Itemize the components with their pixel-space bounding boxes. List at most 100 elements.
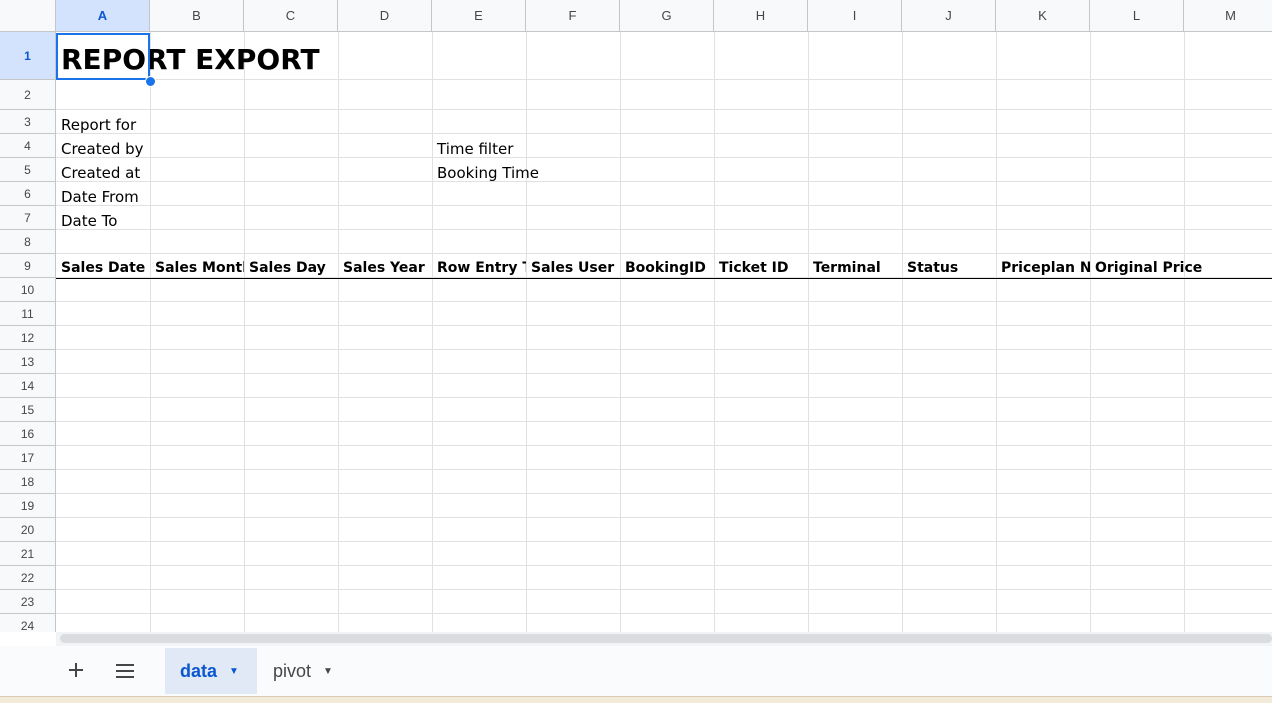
row-header-23[interactable]: 23 <box>0 590 56 614</box>
gridline-horizontal <box>56 205 1272 206</box>
gridline-vertical <box>526 32 527 632</box>
row-header-8[interactable]: 8 <box>0 230 56 254</box>
header-row-border <box>56 278 1272 279</box>
cell-a7[interactable]: Date To <box>56 209 150 233</box>
column-header-i[interactable]: I <box>808 0 902 32</box>
gridline-horizontal <box>56 565 1272 566</box>
gridline-horizontal <box>56 109 1272 110</box>
gridline-horizontal <box>56 229 1272 230</box>
row-header-3[interactable]: 3 <box>0 110 56 134</box>
column-header-m[interactable]: M <box>1184 0 1272 32</box>
menu-lines-icon <box>116 658 134 684</box>
gridline-vertical <box>808 32 809 632</box>
column-header-b[interactable]: B <box>150 0 244 32</box>
row-header-21[interactable]: 21 <box>0 542 56 566</box>
tab-data-label: data <box>180 660 218 681</box>
column-header-l[interactable]: L <box>1090 0 1184 32</box>
table-header-cell[interactable]: Sales Year <box>338 256 432 280</box>
row-header-1[interactable]: 1 <box>0 32 56 80</box>
row-header-10[interactable]: 10 <box>0 278 56 302</box>
gridline-horizontal <box>56 469 1272 470</box>
column-header-c[interactable]: C <box>244 0 338 32</box>
gridline-horizontal <box>56 349 1272 350</box>
active-cell-outline <box>56 33 150 80</box>
table-header-cell[interactable]: Sales Date <box>56 256 150 280</box>
gridline-horizontal <box>56 373 1272 374</box>
chevron-down-icon[interactable]: ▼ <box>229 666 239 677</box>
row-header-6[interactable]: 6 <box>0 182 56 206</box>
row-header-16[interactable]: 16 <box>0 422 56 446</box>
column-header-d[interactable]: D <box>338 0 432 32</box>
table-header-cell[interactable]: Ticket ID <box>714 256 808 280</box>
table-header-cell[interactable]: Status <box>902 256 996 280</box>
cell-a3[interactable]: Report for <box>56 113 150 137</box>
table-header-cell[interactable]: Sales Day <box>244 256 338 280</box>
gridline-vertical <box>714 32 715 632</box>
tab-pivot[interactable]: pivot ▼ <box>258 648 358 694</box>
cell-e4[interactable]: Time filter <box>432 137 620 161</box>
cell-a4[interactable]: Created by <box>56 137 150 161</box>
row-header-11[interactable]: 11 <box>0 302 56 326</box>
row-header-14[interactable]: 14 <box>0 374 56 398</box>
add-sheet-button[interactable] <box>58 652 94 690</box>
cell-a5[interactable]: Created at <box>56 161 150 185</box>
gridline-horizontal <box>56 397 1272 398</box>
row-header-20[interactable]: 20 <box>0 518 56 542</box>
column-header-g[interactable]: G <box>620 0 714 32</box>
gridline-horizontal <box>56 541 1272 542</box>
tab-pivot-label: pivot <box>273 660 312 681</box>
cell-e5[interactable]: Booking Time <box>432 161 620 185</box>
gridline-vertical <box>620 32 621 632</box>
table-header-cell[interactable]: Sales Month <box>150 256 244 280</box>
window-bottom-edge <box>0 696 1272 703</box>
column-header-k[interactable]: K <box>996 0 1090 32</box>
column-header-j[interactable]: J <box>902 0 996 32</box>
select-all-corner[interactable] <box>0 0 56 32</box>
row-header-18[interactable]: 18 <box>0 470 56 494</box>
table-header-cell[interactable]: Sales User <box>526 256 620 280</box>
gridline-horizontal <box>56 493 1272 494</box>
column-header-a[interactable]: A <box>56 0 150 32</box>
table-header-cell[interactable]: Priceplan Name <box>996 256 1090 280</box>
table-header-cell[interactable]: Original Price <box>1090 256 1272 280</box>
gridline-horizontal <box>56 301 1272 302</box>
gridline-vertical <box>432 32 433 632</box>
row-header-5[interactable]: 5 <box>0 158 56 182</box>
row-header-17[interactable]: 17 <box>0 446 56 470</box>
column-header-e[interactable]: E <box>432 0 526 32</box>
horizontal-scrollbar-thumb[interactable] <box>60 634 1272 643</box>
row-header-4[interactable]: 4 <box>0 134 56 158</box>
table-header-cell[interactable]: Row Entry Time <box>432 256 526 280</box>
cell-a6[interactable]: Date From <box>56 185 150 209</box>
row-header-2[interactable]: 2 <box>0 80 56 110</box>
gridline-horizontal <box>56 181 1272 182</box>
column-header-h[interactable]: H <box>714 0 808 32</box>
gridline-horizontal <box>56 325 1272 326</box>
gridline-vertical <box>244 32 245 632</box>
fill-handle[interactable] <box>145 76 156 87</box>
column-header-f[interactable]: F <box>526 0 620 32</box>
row-header-7[interactable]: 7 <box>0 206 56 230</box>
row-header-22[interactable]: 22 <box>0 566 56 590</box>
row-header-12[interactable]: 12 <box>0 326 56 350</box>
row-header-13[interactable]: 13 <box>0 350 56 374</box>
row-header-19[interactable]: 19 <box>0 494 56 518</box>
table-header-cell[interactable]: Terminal <box>808 256 902 280</box>
row-header-15[interactable]: 15 <box>0 398 56 422</box>
gridline-vertical <box>1184 32 1185 632</box>
all-sheets-button[interactable] <box>107 652 143 690</box>
spreadsheet-grid[interactable]: ABCDEFGHIJKLM 1 2 3 4 5 6 7 8 9 10 11 12 13 14 15 16 17 1… <box>0 0 1272 632</box>
table-header-cell[interactable]: BookingID <box>620 256 714 280</box>
gridline-horizontal <box>56 421 1272 422</box>
gridline-vertical <box>902 32 903 632</box>
gridline-vertical <box>338 32 339 632</box>
chevron-down-icon[interactable]: ▼ <box>323 666 333 677</box>
gridline-vertical <box>1090 32 1091 632</box>
row-header-24[interactable]: 24 <box>0 614 56 632</box>
gridline-horizontal <box>56 133 1272 134</box>
row-header-9[interactable]: 9 <box>0 254 56 278</box>
gridline-horizontal <box>56 445 1272 446</box>
tab-data[interactable]: data ▼ <box>165 648 257 694</box>
plus-icon <box>68 658 84 684</box>
gridline-horizontal <box>56 157 1272 158</box>
